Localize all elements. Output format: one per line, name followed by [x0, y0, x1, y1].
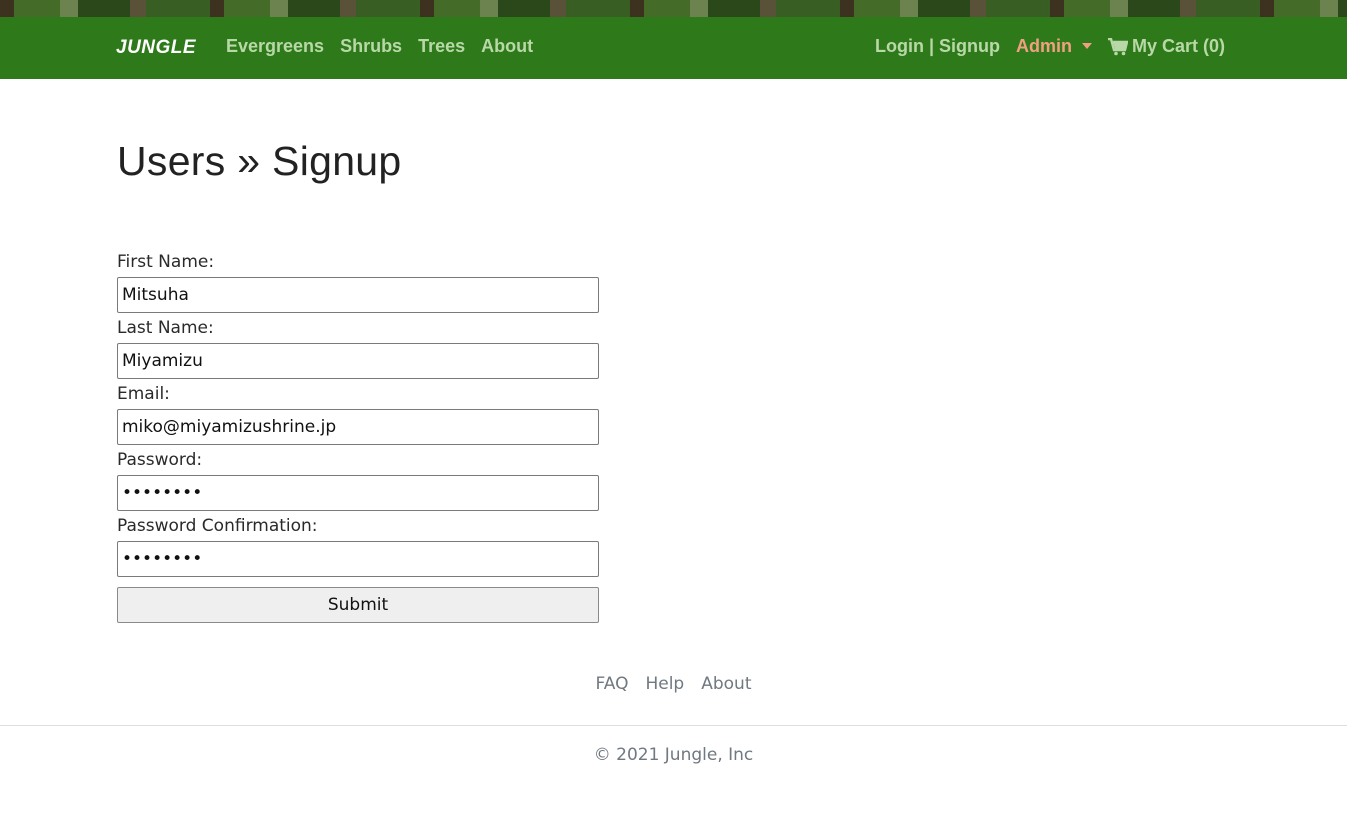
footer-link-faq[interactable]: FAQ [596, 674, 629, 694]
shopping-cart-icon [1107, 37, 1128, 55]
first-name-label: First Name: [117, 252, 215, 272]
footer-link-help[interactable]: Help [645, 674, 684, 694]
nav-link-trees[interactable]: Trees [418, 36, 465, 57]
password-label: Password: [117, 450, 203, 470]
page-title: Users » Signup [117, 138, 402, 184]
footer-links: FAQ Help About [0, 674, 1347, 694]
password-confirmation-field[interactable] [117, 541, 599, 577]
first-name-field[interactable] [117, 277, 599, 313]
password-confirmation-label: Password Confirmation: [117, 516, 318, 536]
password-field[interactable] [117, 475, 599, 511]
submit-button[interactable]: Submit [117, 587, 599, 623]
email-field[interactable] [117, 409, 599, 445]
admin-dropdown[interactable]: Admin [1016, 36, 1092, 57]
caret-down-icon [1081, 42, 1092, 49]
signup-form: First Name: Last Name: Email: Password: … [117, 250, 599, 623]
nav-link-about[interactable]: About [481, 36, 533, 57]
nav-right-links: Login | Signup Admin My Cart (0) [875, 36, 1225, 57]
top-navbar: JUNGLE Evergreens Shrubs Trees About Log… [0, 17, 1347, 79]
nav-left-links: Evergreens Shrubs Trees About [226, 36, 533, 57]
footer-divider [0, 725, 1347, 726]
nav-link-evergreens[interactable]: Evergreens [226, 36, 324, 57]
nav-link-shrubs[interactable]: Shrubs [340, 36, 402, 57]
cart-label: My Cart (0) [1131, 36, 1225, 56]
last-name-field[interactable] [117, 343, 599, 379]
header-banner-image [0, 0, 1347, 17]
login-signup-link[interactable]: Login | Signup [875, 36, 1000, 57]
brand-logo[interactable]: JUNGLE [116, 37, 196, 59]
last-name-label: Last Name: [117, 318, 214, 338]
copyright-text: © 2021 Jungle, Inc [593, 745, 754, 765]
footer-link-about[interactable]: About [701, 674, 751, 694]
cart-link[interactable]: My Cart (0) [1107, 36, 1225, 57]
admin-label: Admin [1015, 36, 1072, 56]
email-label: Email: [117, 384, 170, 404]
